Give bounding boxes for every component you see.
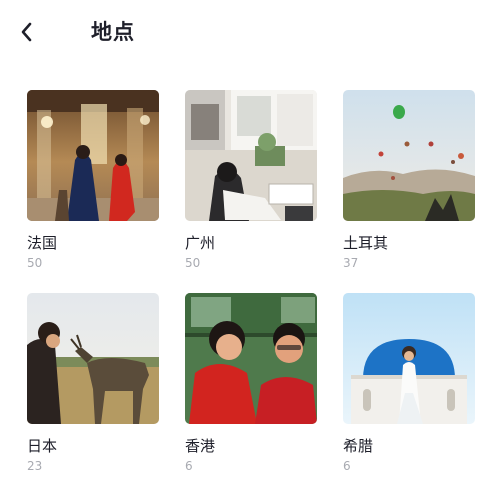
place-thumbnail bbox=[185, 293, 317, 424]
place-card-turkey[interactable]: 土耳其 37 bbox=[343, 90, 475, 270]
place-name: 广州 bbox=[185, 234, 216, 252]
place-thumbnail bbox=[343, 90, 475, 221]
app-header: 地点 bbox=[0, 0, 500, 64]
chevron-left-icon bbox=[21, 22, 32, 42]
photo-count: 50 bbox=[27, 256, 43, 270]
place-name: 法国 bbox=[27, 234, 58, 252]
place-name: 日本 bbox=[27, 437, 58, 455]
place-card-greece[interactable]: 希腊 6 bbox=[343, 293, 475, 473]
place-name: 香港 bbox=[185, 437, 216, 455]
photo-person-reading-at-desk bbox=[185, 90, 317, 221]
page-title: 地点 bbox=[91, 20, 135, 44]
photo-count: 23 bbox=[27, 459, 43, 473]
photo-people-in-grand-hall bbox=[27, 90, 159, 221]
photo-count: 50 bbox=[185, 256, 201, 270]
place-card-japan[interactable]: 日本 23 bbox=[27, 293, 159, 473]
place-thumbnail bbox=[343, 293, 475, 424]
photo-count: 37 bbox=[343, 256, 359, 270]
place-thumbnail bbox=[185, 90, 317, 221]
photo-couple-selfie-tram bbox=[185, 293, 317, 424]
place-name: 希腊 bbox=[343, 437, 374, 455]
place-name: 土耳其 bbox=[343, 234, 389, 252]
place-thumbnail bbox=[27, 90, 159, 221]
place-card-france[interactable]: 法国 50 bbox=[27, 90, 159, 270]
back-button[interactable] bbox=[16, 19, 40, 45]
photo-person-with-deer bbox=[27, 293, 159, 424]
place-thumbnail bbox=[27, 293, 159, 424]
photo-count: 6 bbox=[343, 459, 351, 473]
place-card-hong-kong[interactable]: 香港 6 bbox=[185, 293, 317, 473]
photo-woman-blue-dome-church bbox=[343, 293, 475, 424]
place-card-guangzhou[interactable]: 广州 50 bbox=[185, 90, 317, 270]
photo-hot-air-balloons-valley bbox=[343, 90, 475, 221]
photo-count: 6 bbox=[185, 459, 193, 473]
